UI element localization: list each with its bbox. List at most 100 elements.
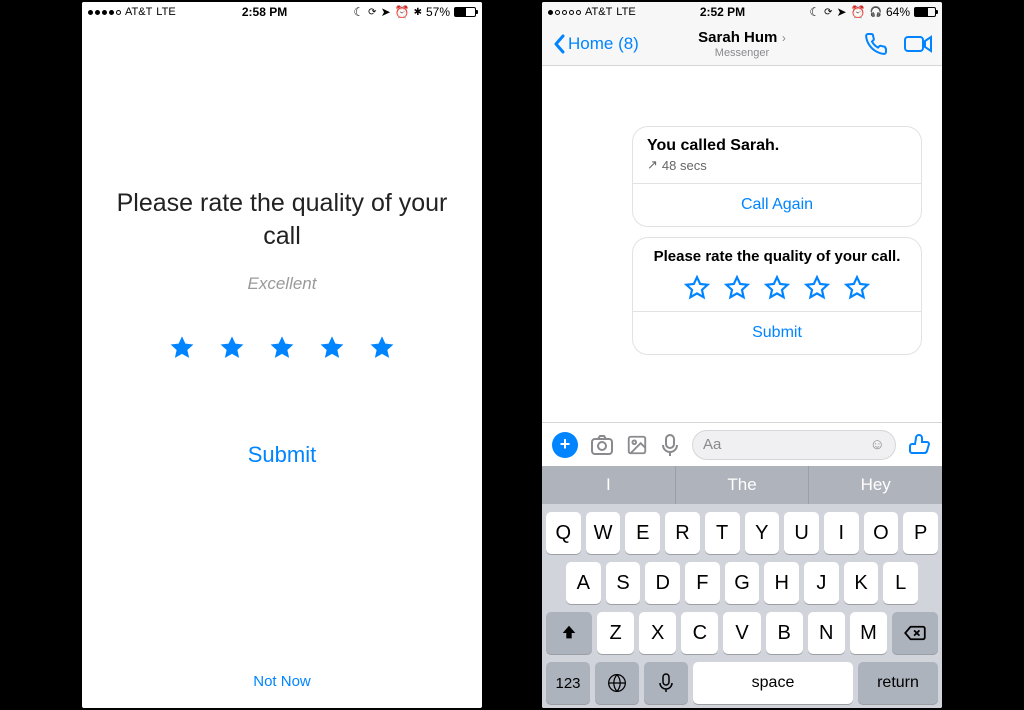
camera-icon[interactable] xyxy=(590,434,614,456)
key-o[interactable]: O xyxy=(864,512,899,554)
rating-stars[interactable] xyxy=(168,334,396,362)
alarm-icon: ⏰ xyxy=(851,5,866,19)
moon-icon: ☾ xyxy=(809,5,820,19)
nav-bar: Home (8) Sarah Hum › Messenger xyxy=(542,22,942,66)
not-now-button[interactable]: Not Now xyxy=(253,673,311,690)
key-w[interactable]: W xyxy=(586,512,621,554)
location-icon: ➤ xyxy=(381,5,391,19)
battery-icon xyxy=(914,7,936,17)
globe-icon xyxy=(607,673,627,693)
key-t[interactable]: T xyxy=(705,512,740,554)
phone-left: AT&T LTE 2:58 PM ☾ ⟳ ➤ ⏰ ✱ 57% Please ra… xyxy=(82,2,482,708)
key-e[interactable]: E xyxy=(625,512,660,554)
status-time: 2:58 PM xyxy=(176,5,354,19)
key-return[interactable]: return xyxy=(858,662,938,704)
suggestion[interactable]: The xyxy=(676,466,809,504)
rating-subtitle: Excellent xyxy=(248,274,317,294)
star-outline-icon[interactable] xyxy=(844,275,870,301)
mic-icon xyxy=(659,673,673,693)
key-shift[interactable] xyxy=(546,612,592,654)
message-input[interactable]: Aa ☺ xyxy=(692,430,896,460)
nav-title[interactable]: Sarah Hum xyxy=(698,29,777,46)
network-label: LTE xyxy=(156,6,175,18)
key-r[interactable]: R xyxy=(665,512,700,554)
star-icon[interactable] xyxy=(368,334,396,362)
add-button[interactable]: + xyxy=(552,432,578,458)
keyboard-suggestions[interactable]: I The Hey xyxy=(542,466,942,504)
backspace-icon xyxy=(904,625,926,641)
key-q[interactable]: Q xyxy=(546,512,581,554)
back-label: Home (8) xyxy=(568,34,639,54)
key-n[interactable]: N xyxy=(808,612,845,654)
submit-button[interactable]: Submit xyxy=(248,442,316,468)
star-icon[interactable] xyxy=(268,334,296,362)
key-c[interactable]: C xyxy=(681,612,718,654)
rating-screen: Please rate the quality of your call Exc… xyxy=(82,22,482,708)
star-outline-icon[interactable] xyxy=(804,275,830,301)
key-a[interactable]: A xyxy=(566,562,601,604)
rating-stars[interactable] xyxy=(647,275,907,301)
key-v[interactable]: V xyxy=(723,612,760,654)
key-d[interactable]: D xyxy=(645,562,680,604)
mic-icon[interactable] xyxy=(660,433,680,457)
carrier-label: AT&T xyxy=(125,6,152,18)
key-g[interactable]: G xyxy=(725,562,760,604)
lock-rotation-icon: ⟳ xyxy=(824,7,832,18)
carrier-label: AT&T xyxy=(585,6,612,18)
key-z[interactable]: Z xyxy=(597,612,634,654)
star-icon[interactable] xyxy=(218,334,246,362)
key-b[interactable]: B xyxy=(766,612,803,654)
chevron-right-icon: › xyxy=(782,31,786,45)
shift-icon xyxy=(560,624,578,642)
key-y[interactable]: Y xyxy=(745,512,780,554)
key-h[interactable]: H xyxy=(764,562,799,604)
back-button[interactable]: Home (8) xyxy=(552,34,639,54)
emoji-icon[interactable]: ☺ xyxy=(870,436,885,453)
like-icon[interactable] xyxy=(908,433,932,457)
bluetooth-icon: ✱ xyxy=(414,7,422,18)
key-s[interactable]: S xyxy=(606,562,641,604)
video-icon[interactable] xyxy=(904,32,932,56)
battery-pct: 57% xyxy=(426,5,450,19)
location-icon: ➤ xyxy=(837,5,847,19)
rating-title: Please rate the quality of your call xyxy=(112,187,452,252)
key-backspace[interactable] xyxy=(892,612,938,654)
key-k[interactable]: K xyxy=(844,562,879,604)
key-p[interactable]: P xyxy=(903,512,938,554)
status-bar: AT&T LTE 2:52 PM ☾ ⟳ ➤ ⏰ 🎧 64% xyxy=(542,2,942,22)
key-f[interactable]: F xyxy=(685,562,720,604)
gallery-icon[interactable] xyxy=(626,434,648,456)
moon-icon: ☾ xyxy=(353,5,364,19)
outgoing-arrow-icon: ↗ xyxy=(647,157,658,173)
key-m[interactable]: M xyxy=(850,612,887,654)
message-placeholder: Aa xyxy=(703,436,870,453)
star-icon[interactable] xyxy=(318,334,346,362)
key-globe[interactable] xyxy=(595,662,639,704)
key-x[interactable]: X xyxy=(639,612,676,654)
chevron-left-icon xyxy=(552,34,566,54)
call-again-button[interactable]: Call Again xyxy=(633,183,921,226)
key-j[interactable]: J xyxy=(804,562,839,604)
star-outline-icon[interactable] xyxy=(684,275,710,301)
chat-area[interactable]: You called Sarah. ↗ 48 secs Call Again P… xyxy=(542,66,942,422)
phone-icon[interactable] xyxy=(864,32,888,56)
key-u[interactable]: U xyxy=(784,512,819,554)
keyboard-row-4: 123 space return xyxy=(542,662,942,704)
key-space[interactable]: space xyxy=(693,662,853,704)
key-123[interactable]: 123 xyxy=(546,662,590,704)
key-l[interactable]: L xyxy=(883,562,918,604)
star-icon[interactable] xyxy=(168,334,196,362)
battery-icon xyxy=(454,7,476,17)
key-i[interactable]: I xyxy=(824,512,859,554)
rate-prompt: Please rate the quality of your call. xyxy=(647,248,907,265)
key-dictation[interactable] xyxy=(644,662,688,704)
call-summary-card: You called Sarah. ↗ 48 secs Call Again xyxy=(632,126,922,227)
suggestion[interactable]: Hey xyxy=(809,466,942,504)
status-bar: AT&T LTE 2:58 PM ☾ ⟳ ➤ ⏰ ✱ 57% xyxy=(82,2,482,22)
suggestion[interactable]: I xyxy=(542,466,675,504)
star-outline-icon[interactable] xyxy=(764,275,790,301)
phone-right: AT&T LTE 2:52 PM ☾ ⟳ ➤ ⏰ 🎧 64% Home (8) … xyxy=(542,2,942,708)
star-outline-icon[interactable] xyxy=(724,275,750,301)
submit-rating-button[interactable]: Submit xyxy=(633,311,921,354)
keyboard[interactable]: I The Hey Q W E R T Y U I O P A S D F G … xyxy=(542,466,942,708)
